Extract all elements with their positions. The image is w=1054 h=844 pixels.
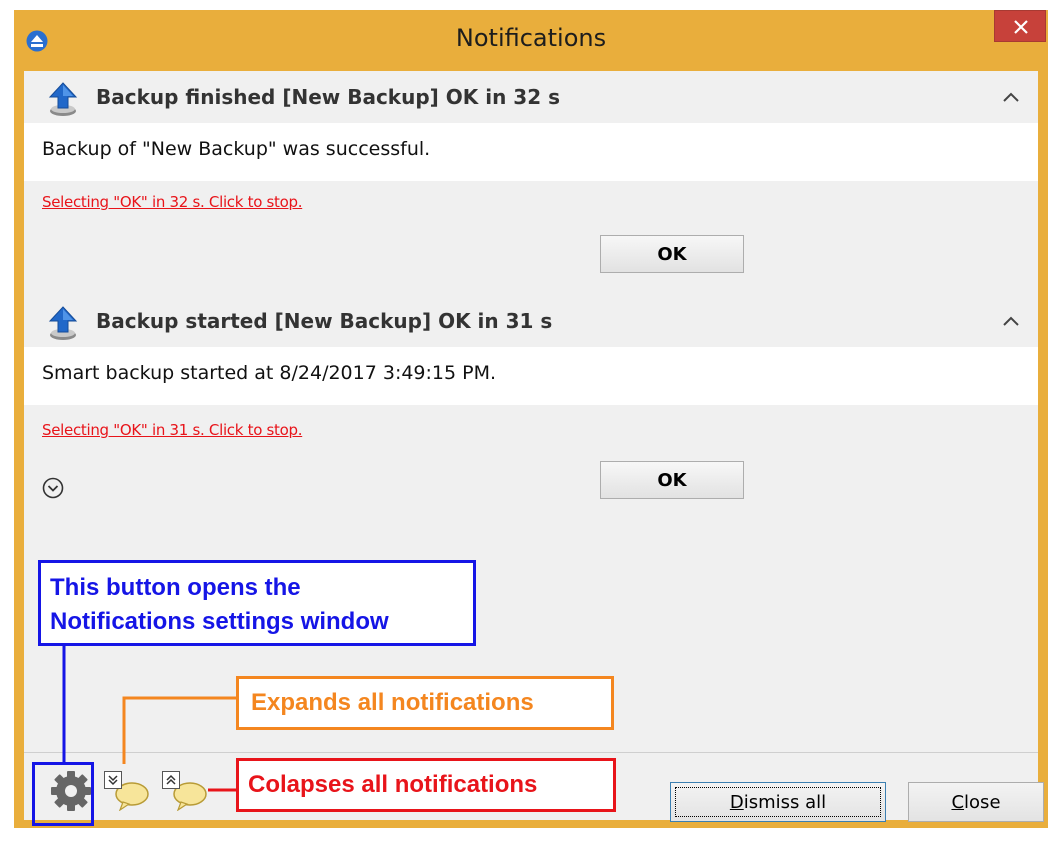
gear-highlight-box: [32, 762, 94, 826]
collapse-annotation: Colapses all notifications: [236, 758, 616, 812]
expand-annotation: Expands all notifications: [236, 676, 614, 730]
settings-annotation: This button opens the Notifications sett…: [38, 560, 476, 646]
